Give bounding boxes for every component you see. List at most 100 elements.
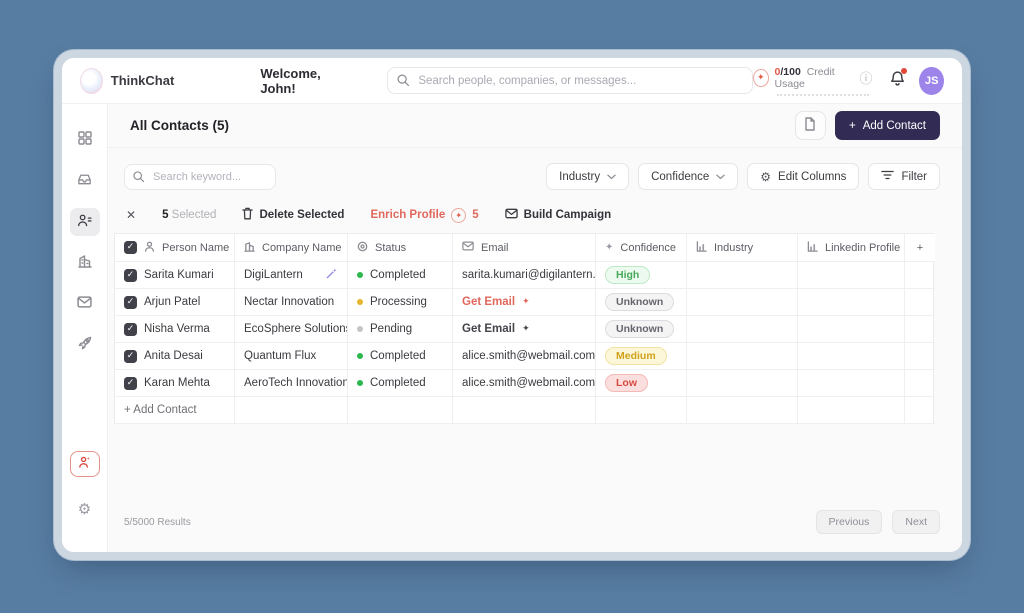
table-row: ✓ Nisha Verma EcoSphere Solutions Pending…	[115, 316, 935, 343]
page-title: All Contacts (5)	[130, 118, 230, 133]
status-text: Completed	[370, 350, 426, 362]
chevron-down-icon	[716, 171, 726, 183]
person-name: Arjun Patel	[144, 296, 201, 308]
welcome-text: Welcome, John!	[260, 65, 321, 96]
previous-button[interactable]: Previous	[815, 510, 883, 534]
plus-icon: +	[848, 119, 856, 132]
row-checkbox[interactable]: ✓	[124, 376, 137, 390]
table-row: ✓ Arjun Patel Nectar Innovation Processin…	[115, 289, 935, 316]
add-column-button[interactable]: +	[905, 234, 935, 262]
info-icon[interactable]: ⓘ	[859, 68, 872, 87]
selected-count: 5 Selected	[162, 209, 217, 221]
row-checkbox[interactable]: ✓	[124, 322, 137, 336]
table-row: ✓ Karan Mehta AeroTech Innovations Comple…	[115, 370, 935, 397]
credit-progress-bar	[777, 93, 869, 96]
status-text: Processing	[370, 296, 427, 308]
delete-selected-button[interactable]: Delete Selected	[242, 207, 344, 223]
sidebar-item-campaigns[interactable]	[70, 331, 100, 359]
envelope-icon	[504, 208, 518, 222]
trash-icon	[242, 207, 254, 223]
close-icon[interactable]: ✕	[126, 208, 136, 222]
col-confidence[interactable]: ✦ Confidence	[596, 234, 687, 262]
row-checkbox[interactable]: ✓	[124, 268, 137, 282]
linkedin-cell	[798, 262, 905, 289]
credit-sparkle-icon: ✦	[753, 68, 769, 87]
brand-logo	[80, 67, 103, 94]
results-count: 5/5000 Results	[124, 516, 191, 528]
col-email[interactable]: Email	[453, 234, 596, 262]
global-search-input[interactable]	[387, 67, 753, 94]
status-dot	[357, 326, 363, 332]
person-name: Karan Mehta	[144, 377, 210, 389]
col-status[interactable]: Status	[348, 234, 453, 262]
confidence-dropdown[interactable]: Confidence	[638, 163, 739, 190]
industry-cell	[687, 343, 798, 370]
row-checkbox[interactable]: ✓	[124, 349, 137, 363]
col-industry[interactable]: Industry	[687, 234, 798, 262]
confidence-badge: Medium	[605, 347, 667, 365]
keyword-search	[124, 163, 276, 190]
linkedin-cell	[798, 316, 905, 343]
add-contact-row: + Add Contact	[115, 397, 935, 424]
industry-cell	[687, 316, 798, 343]
add-contact-inline-button[interactable]: + Add Contact	[115, 397, 235, 424]
sparkle-icon: ✦	[522, 324, 530, 334]
industry-cell	[687, 262, 798, 289]
sparkle-icon: ✦	[522, 297, 530, 307]
add-contact-button[interactable]: + Add Contact	[834, 111, 940, 140]
sidebar-item-inbox[interactable]	[70, 167, 100, 195]
industry-cell	[687, 289, 798, 316]
build-campaign-button[interactable]: Build Campaign	[504, 208, 611, 222]
settings-gear-icon: ⚙	[77, 500, 92, 518]
next-button[interactable]: Next	[892, 510, 940, 534]
table-header-row: ✓ Person Name ⇅ Company Name	[115, 234, 935, 262]
credit-total: /100	[780, 65, 801, 78]
export-button[interactable]	[794, 111, 826, 140]
contacts-table: ✓ Person Name ⇅ Company Name	[114, 233, 935, 424]
gear-icon: ⚙	[760, 169, 772, 184]
sidebar-item-contacts[interactable]	[69, 208, 100, 236]
company-name: AeroTech Innovations	[244, 377, 348, 389]
col-linkedin-profile[interactable]: Linkedin Profile	[798, 234, 905, 262]
brand-name: ThinkChat	[110, 73, 175, 88]
sidebar-item-companies[interactable]	[70, 249, 100, 277]
notification-bell-icon[interactable]	[889, 67, 908, 92]
linkedin-cell	[798, 343, 905, 370]
dashboard-grid-icon	[77, 130, 92, 150]
user-avatar[interactable]: JS	[919, 66, 944, 95]
status-dot	[357, 272, 363, 278]
email-text: alice.smith@webmail.com	[462, 350, 596, 362]
sidebar-item-settings[interactable]: ⚙	[70, 495, 100, 523]
industry-dropdown[interactable]: Industry	[546, 163, 630, 190]
sidebar-item-dashboard[interactable]	[70, 126, 100, 154]
select-all-checkbox[interactable]: ✓	[124, 241, 137, 254]
keyword-search-input[interactable]	[124, 163, 276, 190]
status-target-icon	[357, 241, 368, 255]
get-email-button[interactable]: Get Email	[462, 296, 515, 308]
global-search	[387, 67, 753, 94]
notification-dot	[901, 67, 908, 74]
company-name: Quantum Flux	[244, 350, 317, 362]
col-person-name[interactable]: ✓ Person Name ⇅	[115, 234, 235, 262]
filter-button[interactable]: Filter	[868, 163, 940, 190]
edit-columns-button[interactable]: ⚙ Edit Columns	[747, 163, 860, 190]
magic-wand-icon[interactable]	[325, 267, 338, 283]
contacts-icon	[77, 213, 92, 232]
row-checkbox[interactable]: ✓	[124, 295, 137, 309]
sidebar-enrich-button[interactable]	[69, 451, 100, 477]
file-export-icon	[804, 117, 816, 134]
confidence-badge: Unknown	[605, 320, 675, 338]
title-row: All Contacts (5) + Add Contact	[108, 104, 962, 148]
app-header: ThinkChat Welcome, John! ✦ 0/100 Credit …	[62, 58, 962, 104]
credit-usage: ✦ 0/100 Credit Usage ⓘ	[753, 66, 872, 96]
main-content: All Contacts (5) + Add Contact Search ke…	[108, 104, 962, 552]
search-icon	[132, 170, 145, 188]
confidence-badge: Unknown	[605, 293, 675, 311]
get-email-button[interactable]: Get Email	[462, 323, 515, 335]
person-icon	[144, 241, 155, 255]
linkedin-cell	[798, 289, 905, 316]
sparkle-icon: ✦	[605, 241, 614, 253]
enrich-profile-button[interactable]: Enrich Profile ✦ 5	[370, 207, 479, 223]
col-company-name[interactable]: Company Name	[235, 234, 348, 262]
sidebar-item-mail[interactable]	[70, 290, 100, 318]
